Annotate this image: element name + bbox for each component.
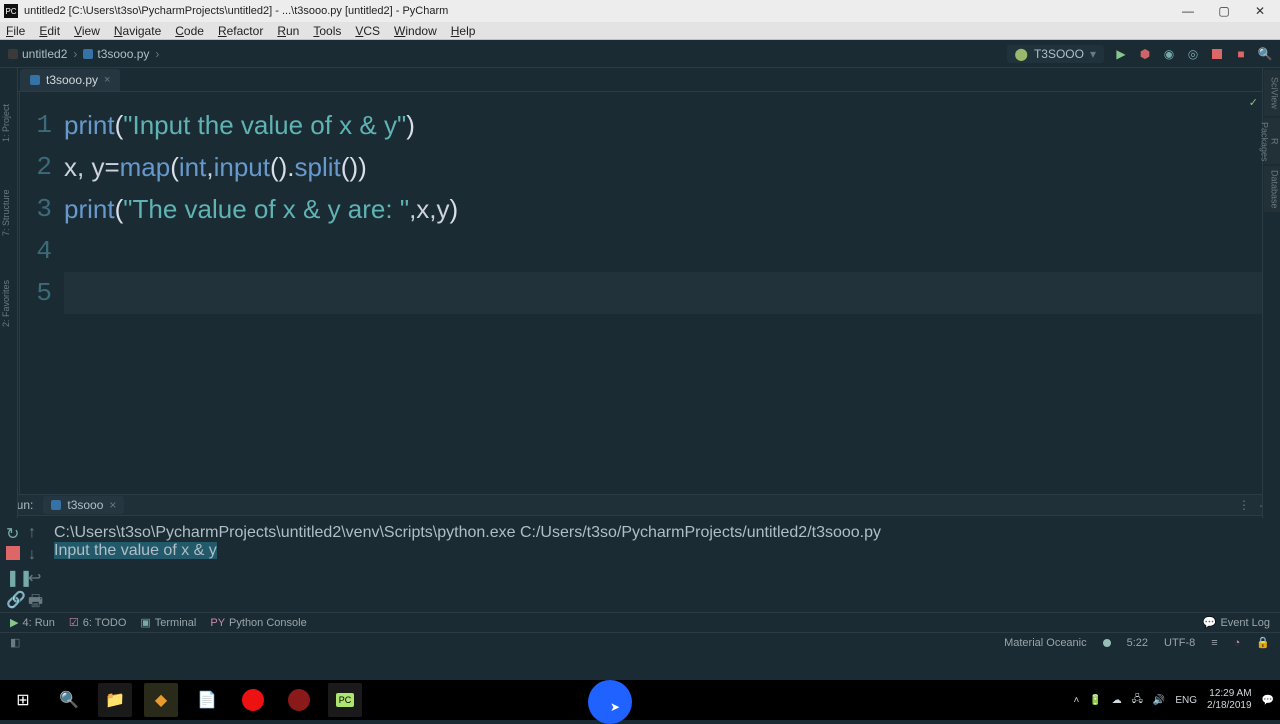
run-button[interactable]: ▶ [1114, 47, 1128, 61]
pycharm-taskbar-icon[interactable]: PC [328, 683, 362, 717]
window-title: untitled2 [C:\Users\t3so\PycharmProjects… [24, 5, 1176, 17]
minimize-button[interactable]: — [1176, 4, 1200, 18]
down-icon[interactable]: ↓ [28, 546, 42, 560]
lock-icon[interactable]: 🔒 [1256, 636, 1270, 649]
menu-window[interactable]: Window [394, 24, 437, 38]
code-editor[interactable]: print("Input the value of x & y") x, y =… [64, 92, 1262, 494]
tab-close-icon[interactable]: × [104, 74, 110, 86]
more-icon[interactable]: ⋮ [1238, 498, 1250, 512]
menu-help[interactable]: Help [451, 24, 476, 38]
app-icon: PC [4, 4, 18, 18]
run-tab[interactable]: t3sooo × [43, 496, 124, 514]
rerun-icon[interactable]: ↻ [6, 524, 20, 538]
line-ending-icon[interactable]: ≡ [1211, 637, 1217, 649]
notifications-icon[interactable]: 💬 [1262, 695, 1274, 706]
menu-file[interactable]: File [6, 24, 25, 38]
chevron-down-icon: ▾ [1090, 47, 1096, 61]
notepad-icon[interactable]: 📄 [190, 683, 224, 717]
gutter: 1 2 3 4 5 [20, 92, 64, 494]
inspection-icon[interactable]: ◔ [1234, 637, 1241, 649]
tool-rpackages[interactable]: R Packages [1264, 118, 1280, 164]
menu-view[interactable]: View [74, 24, 100, 38]
tray-chevron-icon[interactable]: ˄ [1073, 695, 1079, 706]
menu-refactor[interactable]: Refactor [218, 24, 263, 38]
tray-battery-icon[interactable]: 🔋 [1089, 695, 1101, 706]
chevron-right-icon: › [155, 47, 159, 61]
encoding[interactable]: UTF-8 [1164, 637, 1195, 649]
up-icon[interactable]: ↑ [28, 524, 42, 538]
editor-tab[interactable]: t3sooo.py × [20, 69, 121, 91]
caret-position[interactable]: 5:22 [1127, 637, 1148, 649]
run-config-name: T3SOOO [1034, 47, 1084, 61]
stop-icon[interactable] [6, 546, 20, 560]
tray-network-icon[interactable]: 🖧 [1132, 692, 1143, 709]
system-clock[interactable]: 12:29 AM 2/18/2019 [1207, 688, 1252, 712]
breadcrumb-file[interactable]: t3sooo.py [83, 47, 149, 61]
console-output[interactable]: C:\Users\t3so\PycharmProjects\untitled2\… [48, 516, 1280, 612]
cursor-icon: ➤ [610, 700, 620, 714]
print-icon[interactable]: 🖶 [28, 590, 42, 604]
inspection-ok-icon: ✓ [1249, 96, 1258, 109]
softwrap-icon[interactable]: ↩ [28, 568, 42, 582]
stop-all-button[interactable]: ■ [1234, 47, 1248, 61]
tab-filename: t3sooo.py [46, 73, 98, 87]
tray-language[interactable]: ENG [1175, 695, 1197, 706]
run-config-selector[interactable]: ⬤ T3SOOO ▾ [1007, 45, 1104, 63]
tool-database[interactable]: Database [1264, 166, 1280, 212]
tool-python-console[interactable]: PYPython Console [210, 617, 306, 629]
breadcrumb-project[interactable]: untitled2 [8, 47, 67, 61]
tool-todo[interactable]: ☑6: TODO [69, 616, 126, 629]
theme-name: Material Oceanic [1004, 637, 1087, 649]
close-button[interactable]: ✕ [1248, 4, 1272, 18]
menu-navigate[interactable]: Navigate [114, 24, 161, 38]
pause-icon[interactable]: ❚❚ [6, 568, 20, 582]
menu-vcs[interactable]: VCS [355, 24, 380, 38]
start-button[interactable]: ⊞ [6, 683, 40, 717]
debug-button[interactable]: ⬢ [1138, 47, 1152, 61]
menu-edit[interactable]: Edit [39, 24, 60, 38]
tray-cloud-icon[interactable]: ☁ [1112, 695, 1122, 706]
windows-taskbar: ⊞ 🔍 📁 ◆ 📄 PC ˄ 🔋 ☁ 🖧 🔊 ENG 12:29 AM 2/18… [0, 680, 1280, 720]
tool-favorites[interactable]: 2: Favorites [1, 268, 17, 338]
sublime-icon[interactable]: ◆ [144, 683, 178, 717]
tool-structure[interactable]: 7: Structure [1, 178, 17, 248]
tool-project[interactable]: 1: Project [1, 88, 17, 158]
tool-windows-icon[interactable]: ◧ [10, 636, 20, 649]
theme-dot-icon [1103, 639, 1111, 647]
profile-button[interactable]: ◎ [1186, 47, 1200, 61]
recorder-icon[interactable] [282, 683, 316, 717]
run-tab-close-icon[interactable]: × [109, 498, 116, 512]
stop-button[interactable] [1210, 47, 1224, 61]
menubar: File Edit View Navigate Code Refactor Ru… [0, 22, 1280, 40]
menu-code[interactable]: Code [175, 24, 204, 38]
maximize-button[interactable]: ▢ [1212, 4, 1236, 18]
tool-run[interactable]: ▶4: Run [10, 616, 55, 629]
chevron-right-icon: › [73, 47, 77, 61]
tray-volume-icon[interactable]: 🔊 [1153, 695, 1165, 706]
tool-terminal[interactable]: ▣Terminal [140, 616, 196, 629]
event-log[interactable]: 💬Event Log [1203, 616, 1270, 629]
link-icon[interactable]: 🔗 [6, 590, 20, 604]
menu-run[interactable]: Run [277, 24, 299, 38]
search-icon[interactable]: 🔍 [1258, 47, 1272, 61]
tool-sciview[interactable]: SciView [1264, 70, 1280, 116]
opera-icon[interactable] [236, 683, 270, 717]
coverage-button[interactable]: ◉ [1162, 47, 1176, 61]
menu-tools[interactable]: Tools [313, 24, 341, 38]
search-button[interactable]: 🔍 [52, 683, 86, 717]
file-explorer-icon[interactable]: 📁 [98, 683, 132, 717]
